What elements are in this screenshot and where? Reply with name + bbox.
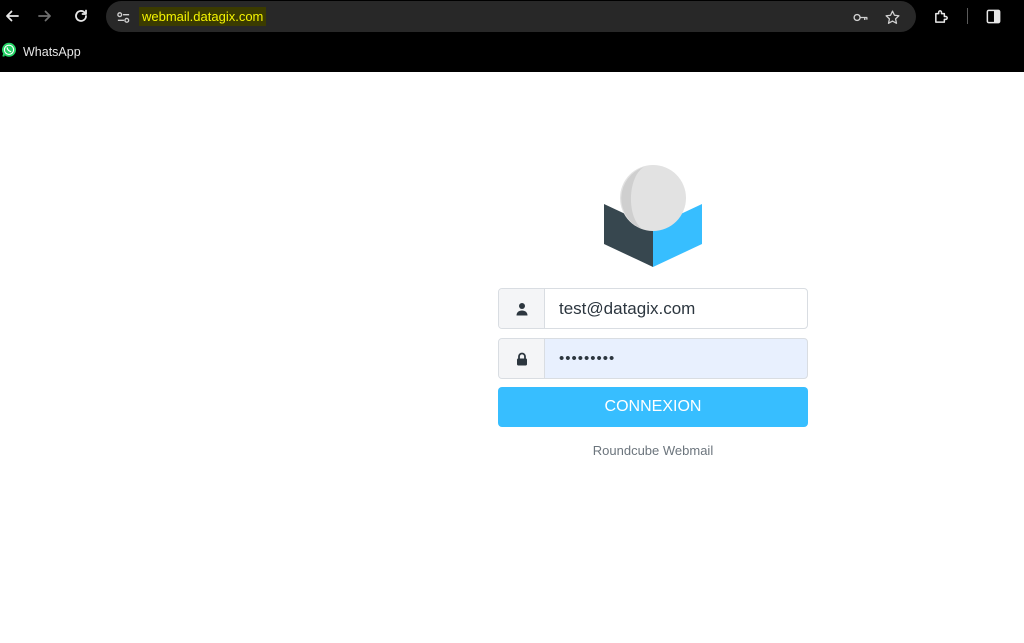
bookmark-label: WhatsApp bbox=[23, 45, 81, 59]
reload-icon[interactable] bbox=[69, 4, 93, 28]
password-input[interactable] bbox=[545, 339, 807, 378]
url-text[interactable]: webmail.datagix.com bbox=[139, 7, 267, 26]
bookmarks-bar: WhatsApp bbox=[0, 36, 1024, 72]
password-field[interactable] bbox=[498, 338, 808, 379]
extensions-icon[interactable] bbox=[930, 5, 952, 27]
login-button[interactable]: CONNEXION bbox=[498, 387, 808, 427]
lock-icon bbox=[499, 339, 545, 378]
back-icon[interactable] bbox=[0, 4, 24, 28]
webmail-login-page: CONNEXION Roundcube Webmail bbox=[0, 72, 1024, 643]
username-input[interactable] bbox=[545, 289, 807, 328]
toolbar-divider bbox=[967, 8, 968, 24]
product-name: Roundcube Webmail bbox=[592, 443, 714, 458]
username-field[interactable] bbox=[498, 288, 808, 329]
side-panel-icon[interactable] bbox=[982, 5, 1004, 27]
forward-icon[interactable] bbox=[33, 4, 57, 28]
browser-toolbar: webmail.datagix.com bbox=[0, 0, 1024, 36]
bookmark-whatsapp[interactable]: WhatsApp bbox=[0, 41, 81, 63]
address-bar[interactable]: webmail.datagix.com bbox=[106, 1, 916, 32]
password-key-icon[interactable] bbox=[850, 7, 870, 27]
roundcube-logo bbox=[598, 164, 708, 268]
whatsapp-icon bbox=[1, 42, 17, 63]
site-settings-icon[interactable] bbox=[114, 8, 132, 26]
user-icon bbox=[499, 289, 545, 328]
bookmark-star-icon[interactable] bbox=[882, 7, 902, 27]
